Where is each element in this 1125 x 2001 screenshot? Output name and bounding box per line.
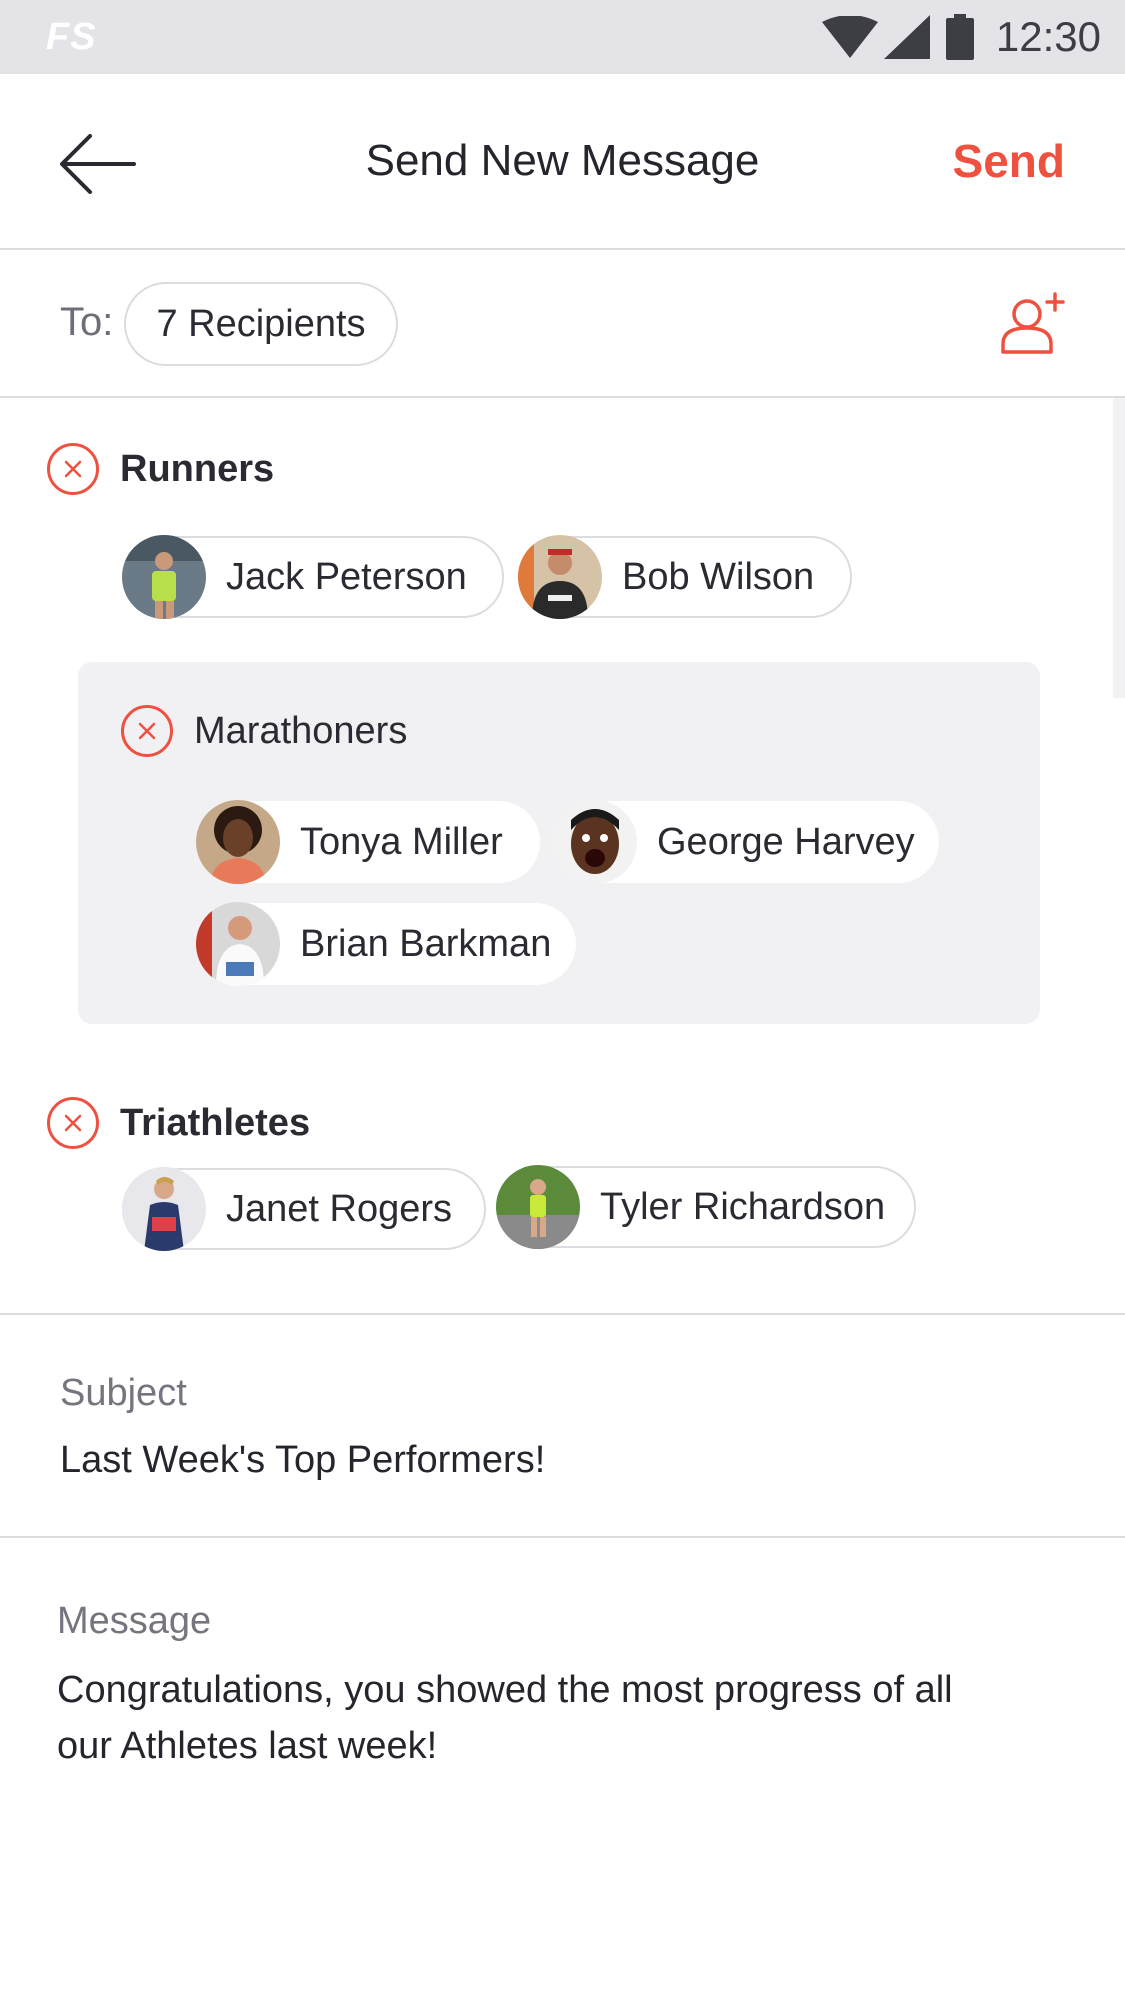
recipient-chip[interactable]: Bob Wilson	[518, 535, 852, 619]
remove-group-icon[interactable]	[46, 442, 100, 496]
status-icons: 12:30	[821, 12, 1101, 62]
avatar	[496, 1165, 580, 1249]
recipient-chip[interactable]: Tyler Richardson	[496, 1165, 916, 1249]
avatar	[196, 800, 280, 884]
avatar	[122, 1167, 206, 1251]
recipient-chip[interactable]: Jack Peterson	[122, 535, 504, 619]
subject-label: Subject	[60, 1372, 187, 1414]
recipient-name: Tyler Richardson	[600, 1185, 886, 1228]
avatar	[518, 535, 602, 619]
status-logo: FS	[46, 16, 97, 58]
group-title: Triathletes	[120, 1101, 311, 1144]
to-label: To:	[60, 300, 114, 344]
to-row: To: 7 Recipients	[0, 250, 1125, 398]
back-arrow-icon[interactable]	[58, 132, 138, 196]
remove-group-icon[interactable]	[120, 704, 174, 758]
recipient-chip[interactable]: George Harvey	[553, 800, 939, 884]
avatar	[122, 535, 206, 619]
app-bar: Send New Message Send	[0, 74, 1125, 250]
status-bar: FS 12:30	[0, 0, 1125, 74]
divider	[0, 1536, 1125, 1538]
group-header-triathletes: Triathletes	[46, 1096, 310, 1150]
battery-icon	[945, 14, 974, 60]
recipients-count-chip[interactable]: 7 Recipients	[124, 282, 398, 366]
cellular-signal-icon	[883, 15, 930, 59]
recipient-chip[interactable]: Brian Barkman	[196, 902, 576, 986]
subject-field[interactable]: Last Week's Top Performers!	[60, 1432, 1060, 1488]
status-time: 12:30	[995, 13, 1101, 60]
recipient-chip[interactable]: Tonya Miller	[196, 800, 540, 884]
recipient-name: Janet Rogers	[226, 1187, 453, 1230]
group-header-runners: Runners	[46, 442, 274, 496]
recipient-name: Tonya Miller	[300, 820, 503, 863]
recipient-name: Brian Barkman	[300, 922, 552, 965]
recipient-name: George Harvey	[657, 820, 915, 863]
wifi-icon	[821, 16, 878, 58]
divider	[0, 1313, 1125, 1315]
avatar	[553, 800, 637, 884]
remove-group-icon[interactable]	[46, 1096, 100, 1150]
message-field[interactable]: Congratulations, you showed the most pro…	[57, 1662, 1017, 1774]
recipient-name: Jack Peterson	[226, 555, 467, 598]
group-title: Marathoners	[194, 709, 408, 752]
recipient-name: Bob Wilson	[622, 555, 815, 598]
avatar	[196, 902, 280, 986]
recipient-chip[interactable]: Janet Rogers	[122, 1167, 486, 1251]
group-header-marathoners: Marathoners	[120, 704, 407, 758]
message-label: Message	[57, 1600, 212, 1642]
group-title: Runners	[120, 447, 275, 490]
add-recipient-icon[interactable]	[999, 292, 1065, 356]
scrollbar[interactable]	[1113, 398, 1125, 698]
send-button[interactable]: Send	[953, 134, 1065, 188]
